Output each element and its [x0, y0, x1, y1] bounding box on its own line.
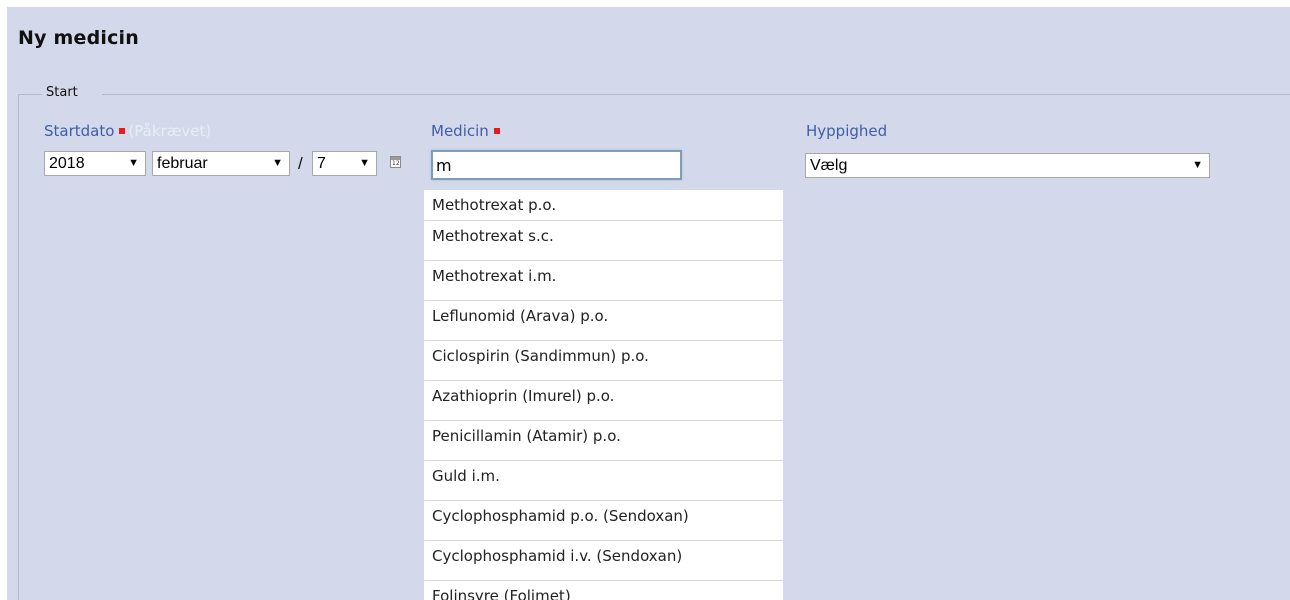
suggestion-item[interactable]: Cyclophosphamid i.v. (Sendoxan) [424, 541, 783, 581]
fieldset-border-top-right [102, 94, 1290, 95]
day-select-value: 7 [317, 155, 326, 172]
fieldset-border-top-left [18, 94, 42, 95]
suggestion-item[interactable]: Folinsyre (Folimet) [424, 581, 783, 600]
day-select[interactable]: 7 ▼ [312, 151, 377, 176]
calendar-icon[interactable]: 12 [390, 156, 401, 168]
chevron-down-icon: ▼ [272, 157, 283, 169]
medicine-label: Medicin [431, 122, 489, 140]
startdate-label-group: Startdato (Påkrævet) [44, 122, 211, 140]
medicine-label-group: Medicin [431, 122, 503, 140]
required-marker-icon [119, 127, 126, 134]
suggestion-item[interactable]: Guld i.m. [424, 461, 783, 501]
chevron-down-icon: ▼ [1192, 159, 1203, 171]
fieldset-legend: Start [46, 85, 78, 100]
required-marker-icon [493, 127, 500, 134]
frequency-label: Hyppighed [806, 122, 888, 140]
frequency-select-value: Vælg [810, 157, 848, 174]
frequency-select[interactable]: Vælg ▼ [805, 153, 1210, 178]
calendar-icon-grid: 12 [392, 160, 400, 167]
chevron-down-icon: ▼ [359, 157, 370, 169]
chevron-down-icon: ▼ [128, 157, 139, 169]
suggestion-item[interactable]: Azathioprin (Imurel) p.o. [424, 381, 783, 421]
suggestion-item[interactable]: Ciclospirin (Sandimmun) p.o. [424, 341, 783, 381]
date-separator: / [298, 154, 303, 173]
suggestion-item[interactable]: Methotrexat s.c. [424, 221, 783, 261]
page-title: Ny medicin [18, 27, 140, 49]
frequency-label-group: Hyppighed [806, 122, 887, 140]
suggestion-item[interactable]: Cyclophosphamid p.o. (Sendoxan) [424, 501, 783, 541]
month-select-value: februar [157, 155, 208, 172]
suggestion-item[interactable]: Methotrexat i.m. [424, 261, 783, 301]
startdate-label: Startdato [44, 122, 115, 140]
medicine-input[interactable] [431, 150, 682, 180]
suggestion-item[interactable]: Penicillamin (Atamir) p.o. [424, 421, 783, 461]
suggestion-item[interactable]: Leflunomid (Arava) p.o. [424, 301, 783, 341]
year-select-value: 2018 [49, 155, 85, 172]
fieldset-border-left [18, 94, 19, 600]
year-select[interactable]: 2018 ▼ [44, 151, 146, 176]
medicine-suggestions: Methotrexat p.o. Methotrexat s.c. Methot… [424, 190, 783, 600]
suggestion-item[interactable]: Methotrexat p.o. [424, 190, 783, 221]
required-hint: (Påkrævet) [128, 122, 212, 140]
month-select[interactable]: februar ▼ [152, 151, 290, 176]
